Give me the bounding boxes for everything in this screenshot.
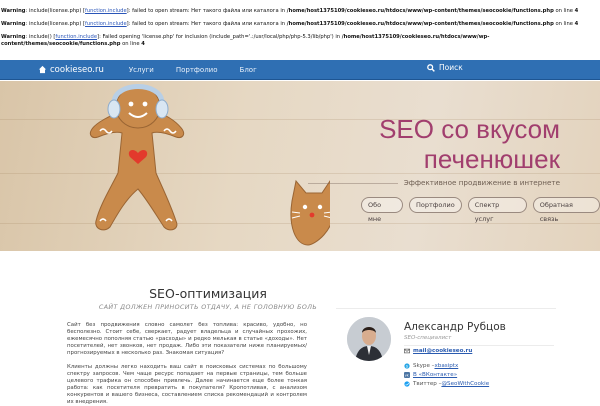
nav-item-blog[interactable]: Блог: [240, 66, 257, 74]
search-button[interactable]: Поиск: [427, 63, 463, 72]
twitter-link[interactable]: @SeoWithCookie: [441, 381, 489, 387]
twitter-icon: [404, 381, 410, 387]
svg-text:vk: vk: [405, 374, 409, 378]
warning-line: Warning: include() [function.include]: F…: [1, 34, 490, 47]
author-name: Александр Рубцов: [404, 321, 506, 333]
contact-skype: S Skype – xbasiptx: [404, 363, 459, 369]
brand-name: cookieseo.ru: [50, 64, 104, 75]
contact-email: mail@cookieseo.ru: [404, 348, 472, 354]
function-include-link[interactable]: function.include: [85, 21, 127, 27]
php-warnings: Warning: include(license.php) [function.…: [0, 0, 600, 60]
article-paragraph: Сайт без продвижения словно самолет без …: [67, 322, 307, 356]
divider: [336, 308, 556, 309]
portfolio-button[interactable]: Портфолио: [409, 197, 462, 213]
vk-icon: vk: [404, 372, 410, 378]
contact-vk: vk В «ВКонтакте»: [404, 372, 457, 378]
function-include-link[interactable]: function.include: [55, 34, 97, 40]
warning-line: Warning: include(license.php) [function.…: [1, 21, 579, 27]
hero-banner: SEO со вкусом печенюшек Эффективное прод…: [0, 81, 600, 251]
email-link[interactable]: mail@cookieseo.ru: [413, 348, 472, 354]
site-logo-link[interactable]: cookieseo.ru: [38, 65, 104, 75]
main-content: SEO-оптимизация САЙТ ДОЛЖЕН ПРИНОСИТЬ ОТ…: [0, 251, 600, 405]
services-button[interactable]: Спектр услуг: [467, 197, 527, 223]
nav-item-services[interactable]: Услуги: [129, 66, 154, 74]
top-navbar: cookieseo.ru Услуги Портфолио Блог Поиск: [0, 60, 600, 80]
section-title: SEO-оптимизация: [149, 286, 267, 301]
gingerbread-illustration: [89, 84, 330, 246]
contact-twitter: Твиттер – @SeoWithCookie: [404, 381, 489, 387]
hero-subtitle: Эффективное продвижение в интернете: [308, 178, 560, 187]
divider: [404, 345, 554, 346]
skype-link[interactable]: xbasiptx: [434, 363, 458, 369]
section-subtitle: САЙТ ДОЛЖЕН ПРИНОСИТЬ ОТДАЧУ, А НЕ ГОЛОВ…: [98, 304, 318, 311]
mail-icon: [404, 348, 410, 354]
search-label: Поиск: [439, 63, 463, 72]
vk-link[interactable]: В «ВКонтакте»: [413, 372, 457, 378]
feedback-button[interactable]: Обратная связь: [532, 197, 600, 223]
avatar: [347, 317, 391, 361]
hero-button-row: Обо мне Портфолио Спектр услуг Обратная …: [361, 197, 600, 223]
home-icon: [38, 65, 47, 74]
search-icon: [427, 63, 435, 72]
nav-item-portfolio[interactable]: Портфолио: [176, 66, 218, 74]
function-include-link[interactable]: function.include: [85, 8, 127, 14]
about-button[interactable]: Обо мне: [361, 197, 404, 223]
author-role: SEO-специалист: [404, 335, 452, 341]
skype-icon: S: [404, 363, 410, 369]
warning-line: Warning: include(license.php) [function.…: [1, 8, 579, 14]
hero-title: SEO со вкусом печенюшек: [379, 114, 560, 174]
